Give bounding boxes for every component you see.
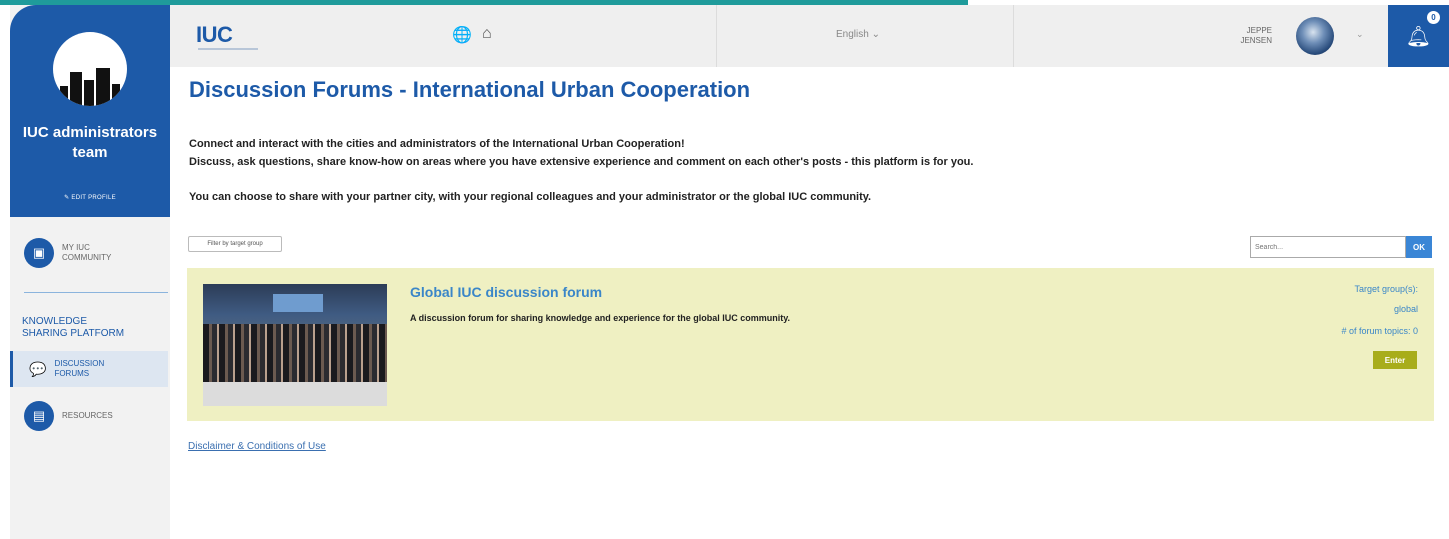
avatar[interactable] <box>1296 17 1334 55</box>
profile-panel: IUC administrators team ✎ EDIT PROFILE <box>10 5 170 217</box>
sidebar-item-label: MY IUC COMMUNITY <box>62 243 112 262</box>
section-title-line-2: SHARING PLATFORM <box>22 328 125 339</box>
discussion-icon: 💬 <box>29 360 47 377</box>
notification-badge: 0 <box>1427 11 1440 24</box>
sidebar-item-my-community[interactable]: ▣ MY IUC COMMUNITY <box>24 238 132 268</box>
sidebar-item-label: DISCUSSION FORUMS <box>54 359 105 378</box>
intro-text-3: You can choose to share with your partne… <box>189 191 872 203</box>
forum-target-label: Target group(s): <box>1354 284 1418 294</box>
home-icon[interactable]: ⌂ <box>482 25 492 43</box>
header-divider <box>716 5 717 67</box>
logo-text: IUC <box>196 22 233 47</box>
language-selector[interactable]: English ⌄ <box>836 29 880 40</box>
sidebar-item-label: RESOURCES <box>62 411 113 420</box>
search-ok-button[interactable]: OK <box>1406 236 1432 258</box>
forum-target-value: global <box>1393 304 1418 314</box>
search-input[interactable] <box>1250 236 1406 258</box>
forum-topics-count: # of forum topics: 0 <box>1341 326 1418 336</box>
sidebar-item-discussion-forums[interactable]: 💬 DISCUSSION FORUMS <box>10 351 168 387</box>
forum-image <box>203 284 387 406</box>
forum-card: Global IUC discussion forum A discussion… <box>187 268 1434 421</box>
edit-profile-link[interactable]: ✎ EDIT PROFILE <box>10 194 170 201</box>
intro-text-1: Connect and interact with the cities and… <box>189 138 685 150</box>
edit-icon: ✎ <box>64 195 70 201</box>
resources-icon: ▤ <box>24 401 54 431</box>
team-name: IUC administrators team <box>22 124 158 161</box>
user-first-name: JEPPE <box>1246 26 1272 35</box>
header-divider <box>1013 5 1014 67</box>
disclaimer-link[interactable]: Disclaimer & Conditions of Use <box>188 441 326 452</box>
chevron-down-icon: ⌄ <box>871 29 880 40</box>
page-title: Discussion Forums - International Urban … <box>189 77 751 102</box>
language-value: English <box>836 29 869 40</box>
sidebar: IUC administrators team ✎ EDIT PROFILE ▣… <box>10 5 170 539</box>
chevron-down-icon[interactable]: ⌄ <box>1356 29 1364 40</box>
forum-title-link[interactable]: Global IUC discussion forum <box>410 284 602 300</box>
section-title-line-1: KNOWLEDGE <box>22 316 88 327</box>
user-last-name: JENSEN <box>1240 36 1272 45</box>
logo-underline <box>198 48 258 50</box>
top-header: IUC 🌐 ⌂ English ⌄ JEPPE JENSEN ⌄ <box>170 5 1388 67</box>
enter-forum-button[interactable]: Enter <box>1373 351 1417 369</box>
bell-icon: 🔔︎ <box>1405 25 1432 48</box>
team-logo <box>53 32 127 106</box>
sidebar-section-title: KNOWLEDGE SHARING PLATFORM <box>22 316 124 340</box>
edit-profile-label: EDIT PROFILE <box>71 195 116 201</box>
notifications-button[interactable]: 🔔︎ 0 <box>1388 5 1449 67</box>
globe-icon[interactable]: 🌐 <box>452 25 472 45</box>
user-name[interactable]: JEPPE JENSEN <box>1228 26 1272 46</box>
forum-description: A discussion forum for sharing knowledge… <box>410 313 791 323</box>
iuc-logo[interactable]: IUC <box>196 22 258 50</box>
sidebar-divider <box>24 292 168 293</box>
filter-target-group-button[interactable]: Filter by target group <box>188 236 282 252</box>
intro-text-2: Discuss, ask questions, share know-how o… <box>189 156 974 168</box>
community-icon: ▣ <box>24 238 54 268</box>
sidebar-item-resources[interactable]: ▤ RESOURCES <box>24 401 113 431</box>
